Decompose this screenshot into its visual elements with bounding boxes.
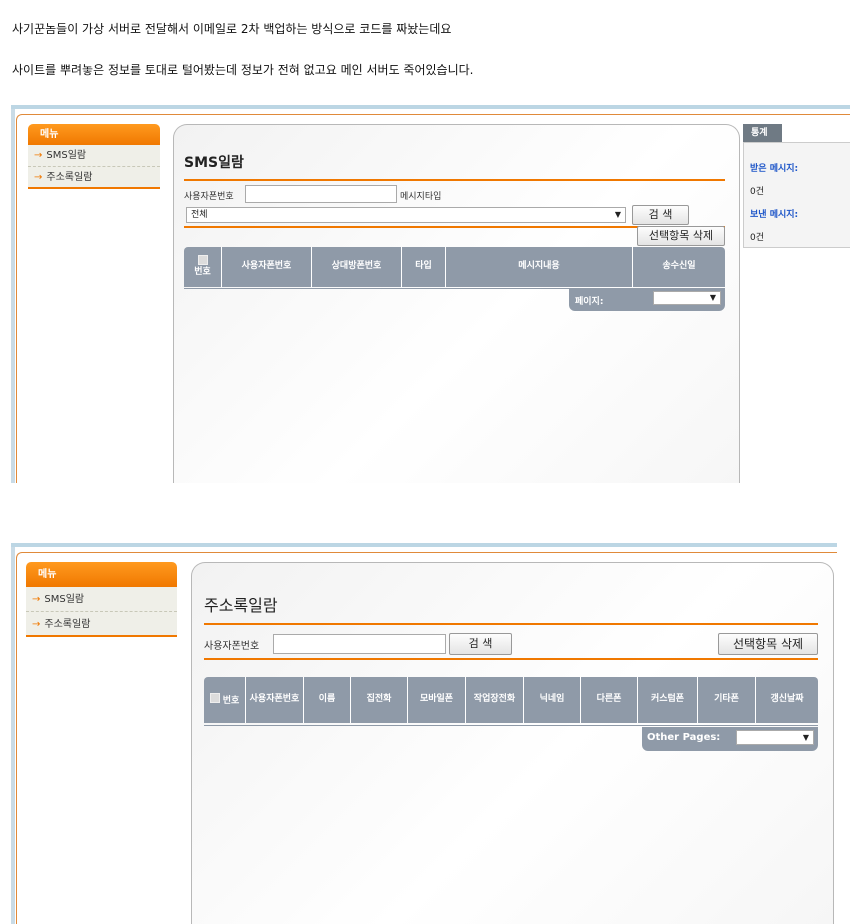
col-number-label: 번호 xyxy=(194,267,211,278)
title-divider xyxy=(184,179,725,181)
sms-menu: 메뉴 → SMS일람 → 주소록일람 xyxy=(28,124,160,189)
page-label: Other Pages: xyxy=(647,732,721,743)
chevron-down-icon: ▼ xyxy=(614,210,621,219)
contacts-menu: 메뉴 → SMS일람 → 주소록일람 xyxy=(26,562,177,637)
menu-item-sms[interactable]: → SMS일람 xyxy=(26,587,177,612)
menu-header: 메뉴 xyxy=(28,124,160,145)
message-type-value: 전체 xyxy=(191,210,208,220)
col-user-phone: 사용자폰번호 xyxy=(222,247,312,287)
search-button[interactable]: 검 색 xyxy=(449,633,512,655)
menu-item-label: 주소록일람 xyxy=(44,619,91,630)
search-button[interactable]: 검 색 xyxy=(632,205,689,225)
contacts-screenshot: 메뉴 → SMS일람 → 주소록일람 주소록일람 사용자폰번호 검 색 선택항목 삭… xyxy=(11,543,837,924)
menu-item-label: SMS일람 xyxy=(46,150,87,161)
phone-label: 사용자폰번호 xyxy=(204,641,260,652)
col-number-label: 번호 xyxy=(222,695,240,706)
page-label: 페이지: xyxy=(575,297,604,307)
col-type: 타입 xyxy=(402,247,446,287)
arrow-right-icon: → xyxy=(34,150,43,161)
arrow-right-icon: → xyxy=(32,619,41,630)
received-label: 받은 메시지: xyxy=(750,164,799,174)
phone-label: 사용자폰번호 xyxy=(184,192,234,202)
title-divider xyxy=(204,623,818,625)
delete-selected-button[interactable]: 선택항목 삭제 xyxy=(718,633,818,655)
table-bottom-line xyxy=(204,725,818,726)
caption-line-1: 사기꾼놈들이 가상 서버로 전달해서 이메일로 2차 백업하는 방식으로 코드를… xyxy=(12,22,452,36)
col-work-phone: 작업장전화 xyxy=(466,677,524,723)
caption-line-2: 사이트를 뿌려놓은 정보를 토대로 털어봤는데 정보가 전혀 없고요 메인 서버… xyxy=(12,63,474,77)
message-type-select[interactable]: 전체 ▼ xyxy=(186,207,626,223)
col-peer-phone: 상대방폰번호 xyxy=(312,247,402,287)
col-custom-phone: 커스텀폰 xyxy=(638,677,698,723)
col-mobile: 모바일폰 xyxy=(408,677,466,723)
frame-left-bar xyxy=(11,547,15,924)
col-other-phone: 다른폰 xyxy=(581,677,638,723)
col-message: 메시지내용 xyxy=(446,247,633,287)
col-updated-date: 갱신날짜 xyxy=(770,694,804,705)
sms-pager: 페이지: ▼ xyxy=(569,289,725,311)
page-title: 주소록일람 xyxy=(204,596,278,615)
phone-input[interactable] xyxy=(245,185,397,203)
checkbox-icon[interactable] xyxy=(197,255,208,266)
col-home-phone: 집전화 xyxy=(351,677,408,723)
contacts-pager: Other Pages: ▼ xyxy=(642,727,818,751)
menu-item-contacts[interactable]: → 주소록일람 xyxy=(28,167,160,189)
menu-item-label: 주소록일람 xyxy=(46,172,93,183)
col-number: 번호 xyxy=(184,247,222,287)
arrow-right-icon: → xyxy=(32,594,41,605)
received-value: 0건 xyxy=(750,187,765,197)
frame-left-bar xyxy=(11,109,15,483)
contacts-table-header: 번호 사용자폰번호 이름 집전화 모바일폰 작업장전화 닉네임 다른폰 커스텀폰… xyxy=(204,677,818,723)
col-name: 이름 xyxy=(304,677,351,723)
stats-box: 받은 메시지: 0건 보낸 메시지: 0건 xyxy=(743,142,850,248)
col-user-phone: 사용자폰번호 xyxy=(246,677,304,723)
chevron-down-icon: ▼ xyxy=(709,293,716,302)
sent-label: 보낸 메시지: xyxy=(750,210,799,220)
arrow-right-icon: → xyxy=(34,172,43,183)
menu-item-contacts[interactable]: → 주소록일람 xyxy=(26,612,177,637)
col-date: 송수신일 xyxy=(662,261,696,272)
form-divider xyxy=(204,658,818,660)
type-label: 메시지타입 xyxy=(400,192,442,202)
delete-selected-button[interactable]: 선택항목 삭제 xyxy=(637,226,725,246)
col-number: 번호 xyxy=(204,677,246,723)
phone-input[interactable] xyxy=(273,634,446,654)
menu-item-label: SMS일람 xyxy=(44,594,85,605)
stats-tab[interactable]: 통계 xyxy=(743,124,782,142)
checkbox-icon[interactable] xyxy=(209,692,220,703)
col-etc-phone: 기타폰 xyxy=(698,677,756,723)
sms-screenshot: 메뉴 → SMS일람 → 주소록일람 SMS일람 사용자폰번호 메시지타입 전체 ▼… xyxy=(11,105,850,483)
menu-item-sms[interactable]: → SMS일람 xyxy=(28,145,160,167)
page-select[interactable]: ▼ xyxy=(736,730,814,745)
col-nickname: 닉네임 xyxy=(524,677,581,723)
page-select[interactable]: ▼ xyxy=(653,291,721,305)
menu-header: 메뉴 xyxy=(26,562,177,587)
page-title: SMS일람 xyxy=(184,155,244,171)
sms-table-header: 번호 사용자폰번호 상대방폰번호 타입 메시지내용 송수신일 xyxy=(184,247,725,287)
sent-value: 0건 xyxy=(750,233,765,243)
chevron-down-icon: ▼ xyxy=(802,733,809,742)
